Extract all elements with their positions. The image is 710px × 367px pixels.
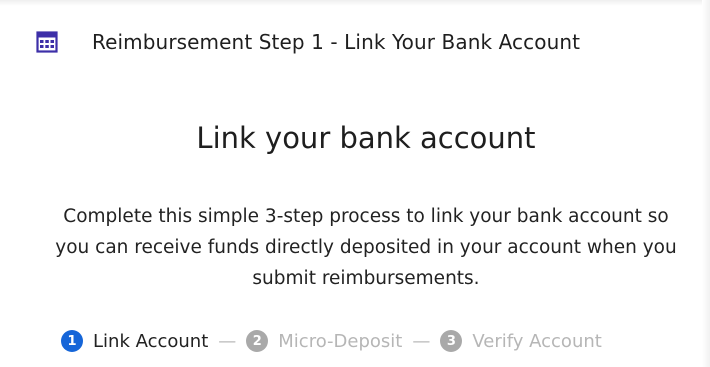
- page: Reimbursement Step 1 - Link Your Bank Ac…: [0, 0, 710, 367]
- step-number-badge: 2: [246, 330, 269, 352]
- step-separator: —: [218, 330, 237, 352]
- step-label: Verify Account: [472, 330, 602, 352]
- step-label: Micro-Deposit: [278, 330, 403, 352]
- step-label: Link Account: [93, 330, 209, 352]
- top-divider: [0, 0, 710, 6]
- step-separator: —: [412, 330, 431, 352]
- page-title: Link your bank account: [196, 121, 536, 155]
- progress-stepper: 1 Link Account — 2 Micro-Deposit — 3 Ver…: [61, 328, 602, 354]
- step-number-badge: 3: [440, 330, 463, 352]
- calculator-icon: [36, 31, 58, 53]
- header-title: Reimbursement Step 1 - Link Your Bank Ac…: [92, 30, 581, 54]
- page-header: Reimbursement Step 1 - Link Your Bank Ac…: [36, 28, 580, 56]
- step-micro-deposit: 2 Micro-Deposit: [246, 330, 402, 352]
- step-verify-account: 3 Verify Account: [440, 330, 602, 352]
- step-link-account: 1 Link Account: [61, 330, 208, 352]
- step-number-badge: 1: [61, 330, 83, 352]
- page-description: Complete this simple 3-step process to l…: [55, 206, 677, 289]
- right-edge-shadow: [702, 0, 710, 367]
